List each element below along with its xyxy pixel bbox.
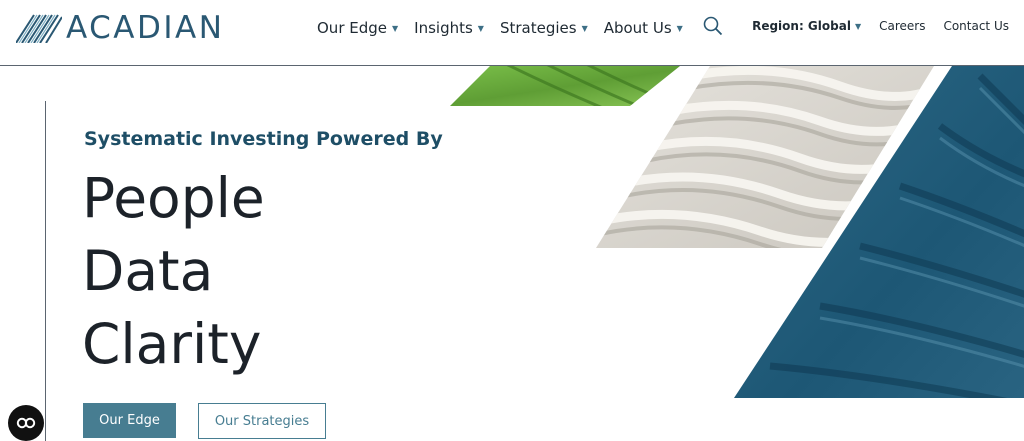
region-selector[interactable]: Region: Global ▼	[752, 19, 861, 33]
hero-word-clarity: Clarity	[82, 312, 262, 376]
utility-nav: Region: Global ▼ Careers Contact Us	[752, 19, 1009, 33]
hero-kicker: Systematic Investing Powered By	[84, 128, 443, 150]
careers-link[interactable]: Careers	[879, 19, 925, 33]
nav-item-strategies[interactable]: Strategies ▼	[500, 19, 588, 37]
our-strategies-button[interactable]: Our Strategies	[198, 403, 326, 439]
nav-item-label: About Us	[603, 19, 672, 37]
nav-item-label: Strategies	[499, 19, 577, 37]
our-edge-button[interactable]: Our Edge	[83, 403, 176, 438]
nav-item-insights[interactable]: Insights ▼	[414, 19, 484, 37]
caret-down-icon: ▼	[854, 21, 862, 31]
caret-down-icon: ▼	[392, 23, 399, 33]
accessibility-icon[interactable]	[8, 405, 44, 441]
logo-wordmark: ACADIAN	[66, 10, 225, 46]
nav-item-label: Insights	[414, 19, 473, 37]
logo-mark-icon	[16, 14, 62, 43]
site-header: ACADIAN Our Edge ▼ Insights ▼ Strategies…	[0, 0, 1024, 66]
logo[interactable]: ACADIAN	[16, 12, 224, 44]
caret-down-icon: ▼	[676, 23, 683, 33]
hero-divider	[45, 101, 46, 441]
nav-item-about-us[interactable]: About Us ▼	[604, 19, 683, 37]
caret-down-icon: ▼	[477, 23, 484, 33]
search-icon[interactable]	[703, 16, 723, 41]
hero-artwork	[450, 66, 1024, 398]
main-nav: Our Edge ▼ Insights ▼ Strategies ▼ About…	[317, 16, 723, 41]
region-label: Region: Global	[752, 19, 851, 33]
nav-item-label: Our Edge	[317, 19, 387, 37]
caret-down-icon: ▼	[581, 23, 588, 33]
nav-item-our-edge[interactable]: Our Edge ▼	[317, 19, 398, 37]
hero-word-data: Data	[82, 239, 214, 303]
leaf-texture-panel	[450, 66, 680, 106]
hero-word-people: People	[82, 166, 265, 230]
contact-us-link[interactable]: Contact Us	[943, 19, 1009, 33]
